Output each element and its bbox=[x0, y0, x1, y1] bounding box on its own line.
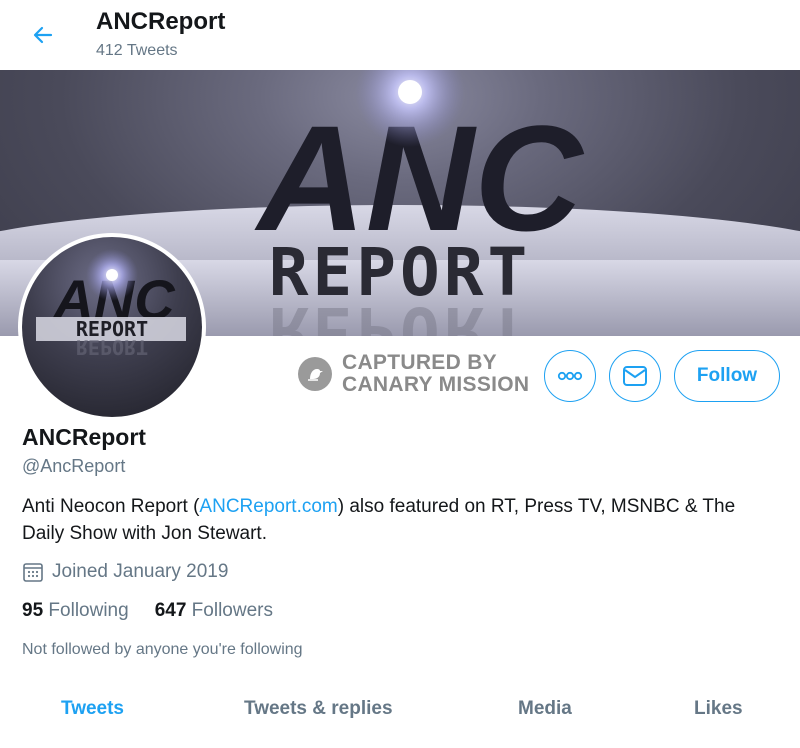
canary-bird-icon bbox=[298, 357, 332, 391]
following-count: 95 bbox=[22, 600, 44, 621]
svg-text:REPORT: REPORT bbox=[269, 292, 531, 336]
followers-label: Followers bbox=[191, 600, 273, 621]
svg-text:REPORT: REPORT bbox=[76, 335, 148, 359]
canary-line-1: CAPTURED BY bbox=[342, 351, 497, 374]
arrow-left-icon bbox=[33, 26, 53, 44]
tweet-count: 412 Tweets bbox=[96, 42, 178, 59]
tab-tweets-and-replies[interactable]: Tweets & replies bbox=[244, 698, 393, 720]
bio-link[interactable]: ANCReport.com bbox=[199, 496, 337, 517]
following-link[interactable]: 95 Following bbox=[22, 600, 129, 622]
profile-name: ANCReport bbox=[22, 424, 146, 450]
more-dots-icon bbox=[557, 371, 583, 381]
tab-likes[interactable]: Likes bbox=[694, 698, 743, 720]
following-label: Following bbox=[48, 600, 129, 621]
tab-media[interactable]: Media bbox=[518, 698, 572, 720]
tab-tweets[interactable]: Tweets bbox=[61, 698, 124, 720]
profile-header: ANCReport 412 Tweets bbox=[0, 0, 800, 70]
more-options-button[interactable] bbox=[544, 350, 596, 402]
canary-mission-badge: CAPTURED BY CANARY MISSION bbox=[298, 352, 529, 396]
joined-date: Joined January 2019 bbox=[22, 561, 228, 583]
bio-text-prefix: Anti Neocon Report ( bbox=[22, 496, 200, 517]
calendar-icon bbox=[23, 563, 43, 582]
profile-avatar[interactable]: ANC REPORT REPORT bbox=[18, 233, 206, 421]
profile-tabs: Tweets Tweets & replies Media Likes bbox=[0, 698, 800, 738]
followers-count: 647 bbox=[154, 600, 187, 621]
follow-stats: 95 Following 647 Followers bbox=[22, 600, 299, 622]
followers-link[interactable]: 647 Followers bbox=[155, 600, 273, 622]
profile-handle: @AncReport bbox=[22, 456, 126, 476]
canary-line-2: CANARY MISSION bbox=[342, 373, 530, 396]
mutual-followers-note: Not followed by anyone you're following bbox=[22, 641, 303, 658]
header-title: ANCReport bbox=[96, 8, 226, 35]
message-button[interactable] bbox=[609, 350, 661, 402]
envelope-icon bbox=[623, 366, 647, 386]
avatar-image: ANC REPORT REPORT bbox=[22, 237, 202, 417]
follow-button[interactable]: Follow bbox=[674, 350, 780, 402]
profile-bio: Anti Neocon Report (ANCReport.com) also … bbox=[22, 493, 782, 547]
joined-text: Joined January 2019 bbox=[52, 561, 229, 582]
back-button[interactable] bbox=[26, 18, 60, 52]
